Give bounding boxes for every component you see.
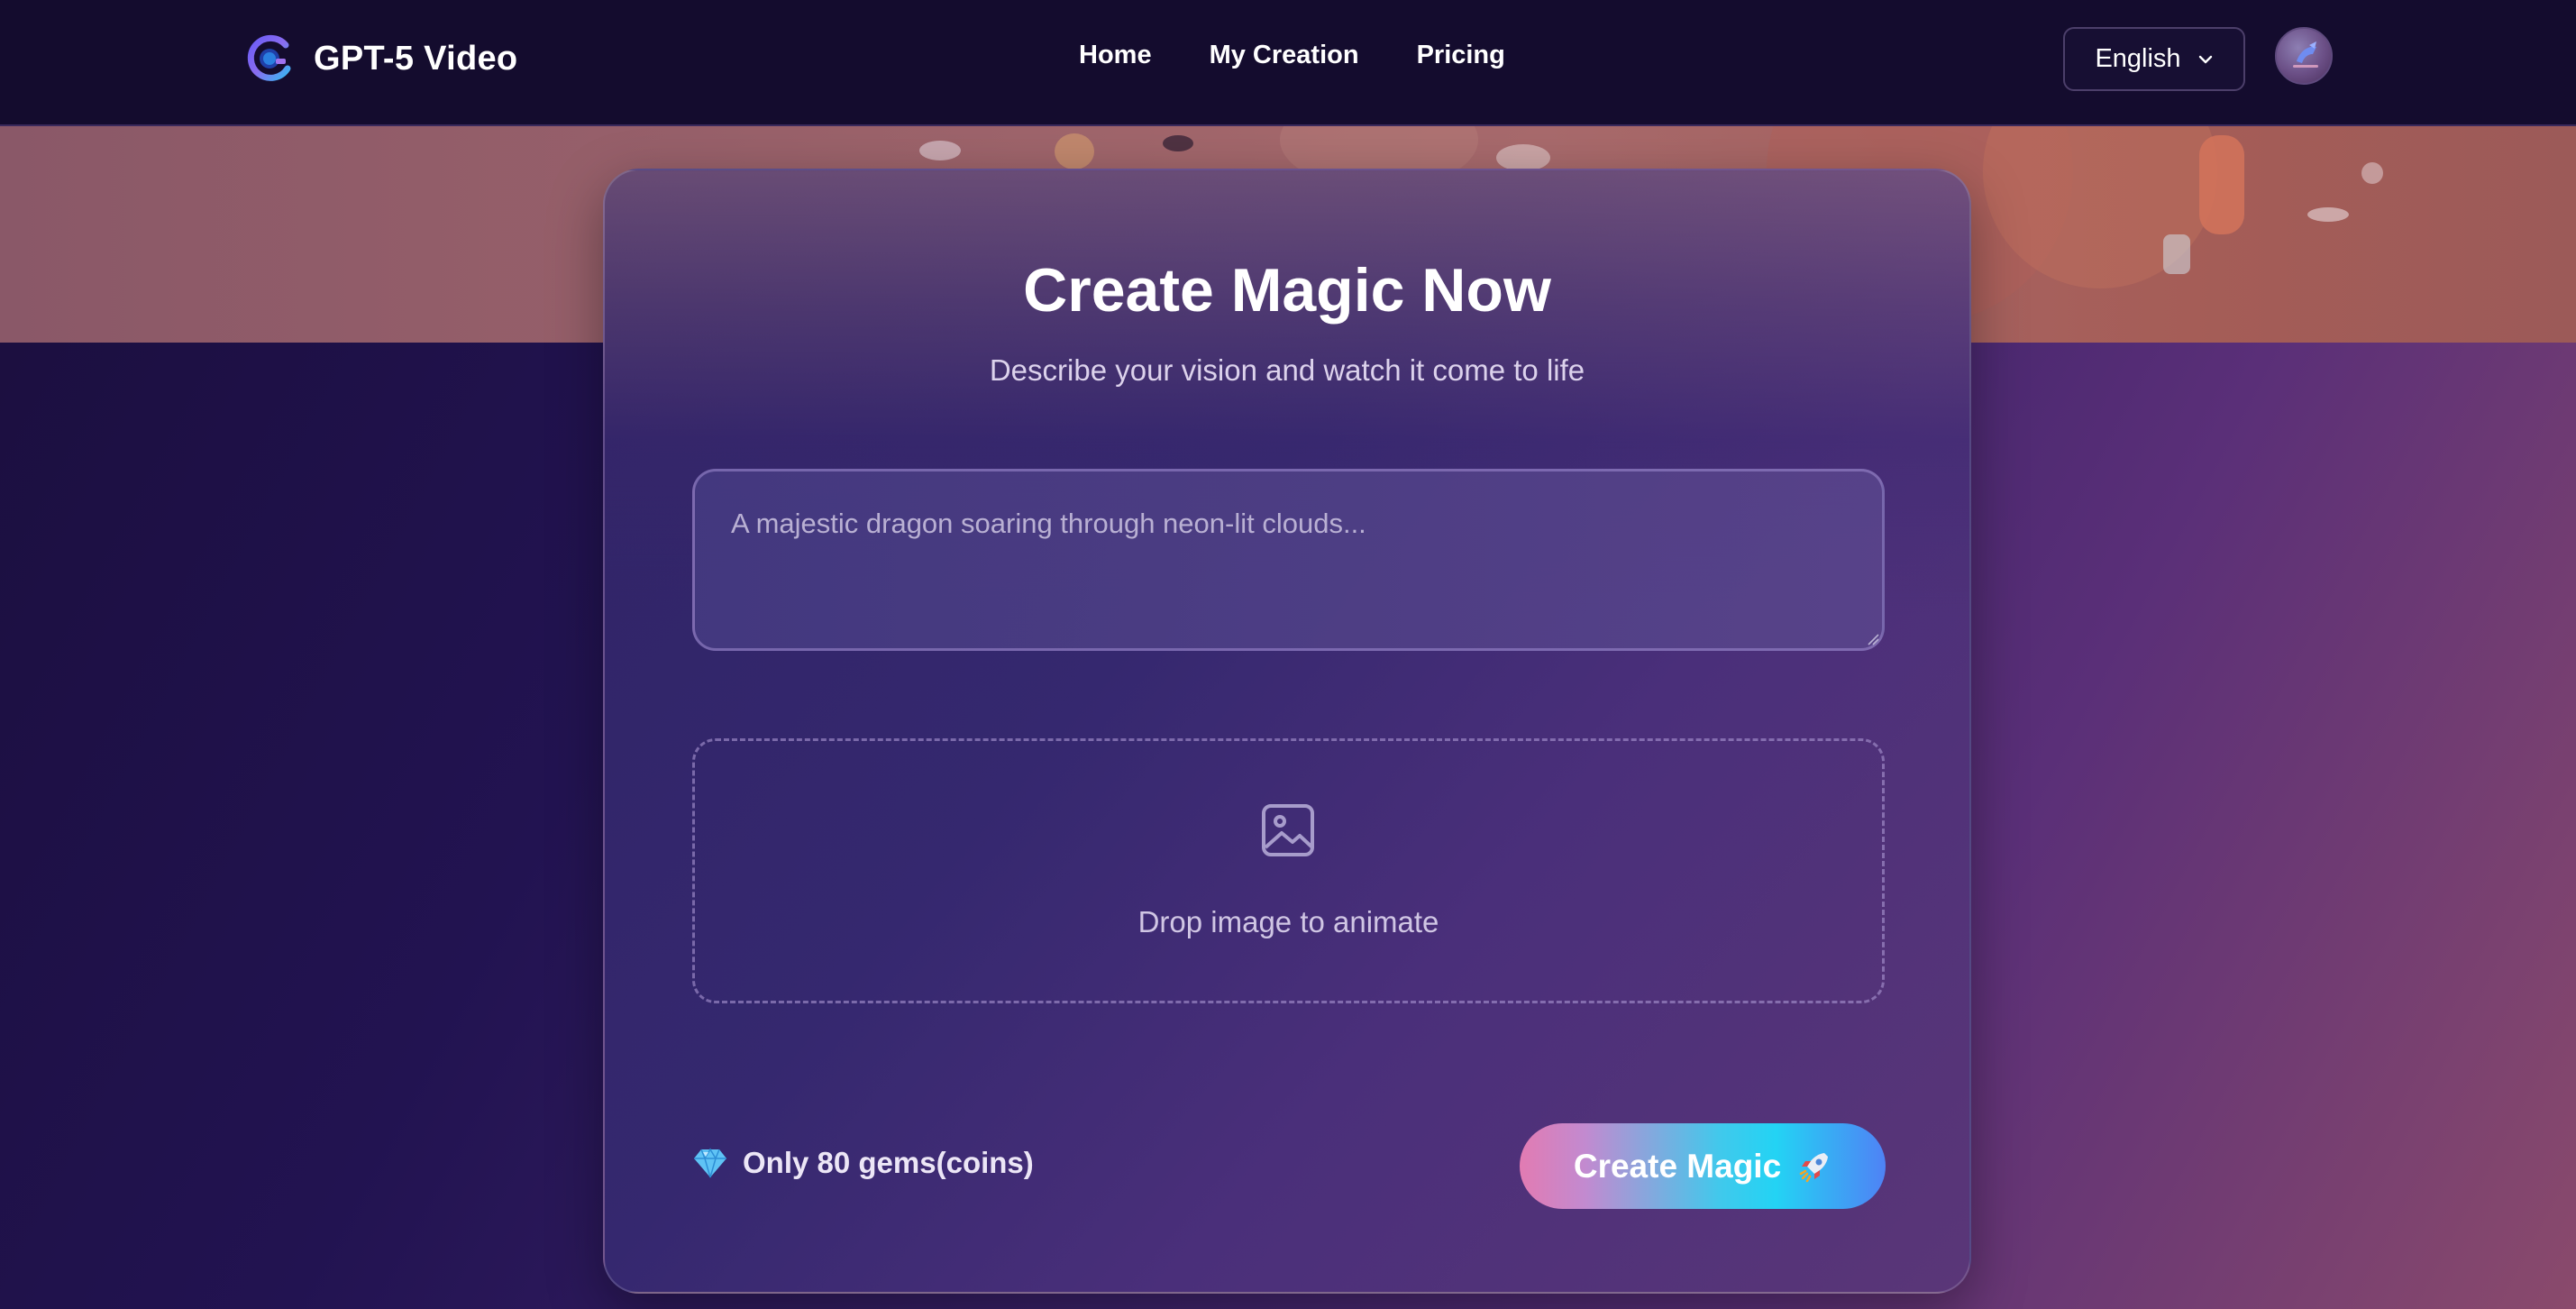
gems-text: Only 80 gems(coins) <box>743 1146 1034 1179</box>
gem-icon <box>694 1148 726 1178</box>
image-dropzone[interactable]: Drop image to animate <box>692 738 1885 1003</box>
brand-name: GPT-5 Video <box>314 39 518 78</box>
card-subtitle: Describe your vision and watch it come t… <box>989 353 1585 387</box>
language-label: English <box>2095 44 2181 73</box>
nav-home[interactable]: Home <box>1079 41 1152 70</box>
logo-icon <box>247 34 291 81</box>
nav-my-creation[interactable]: My Creation <box>1210 41 1359 70</box>
create-magic-button[interactable]: Create Magic <box>1520 1123 1886 1209</box>
brand[interactable]: GPT-5 Video <box>243 32 517 85</box>
prompt-textarea[interactable] <box>692 469 1885 651</box>
create-card: Create Magic Now Describe your vision an… <box>603 169 1971 1294</box>
main-nav: Home My Creation Pricing <box>1079 41 1505 70</box>
language-selector[interactable]: English <box>2063 27 2245 91</box>
gems-cost: Only 80 gems(coins) <box>692 1146 1034 1180</box>
rocket-icon <box>1799 1152 1829 1182</box>
drop-label: Drop image to animate <box>1137 905 1439 938</box>
user-avatar[interactable] <box>2275 27 2333 85</box>
card-title: Create Magic Now <box>1023 256 1551 325</box>
chevron-down-icon <box>2198 55 2212 63</box>
avatar-image <box>2293 41 2318 68</box>
top-navbar: GPT-5 Video Home My Creation Pricing Eng… <box>0 0 2576 126</box>
nav-pricing[interactable]: Pricing <box>1417 41 1505 70</box>
create-magic-label: Create Magic <box>1573 1147 1782 1185</box>
image-icon <box>1262 804 1314 856</box>
resize-handle-icon[interactable] <box>1867 633 1879 645</box>
